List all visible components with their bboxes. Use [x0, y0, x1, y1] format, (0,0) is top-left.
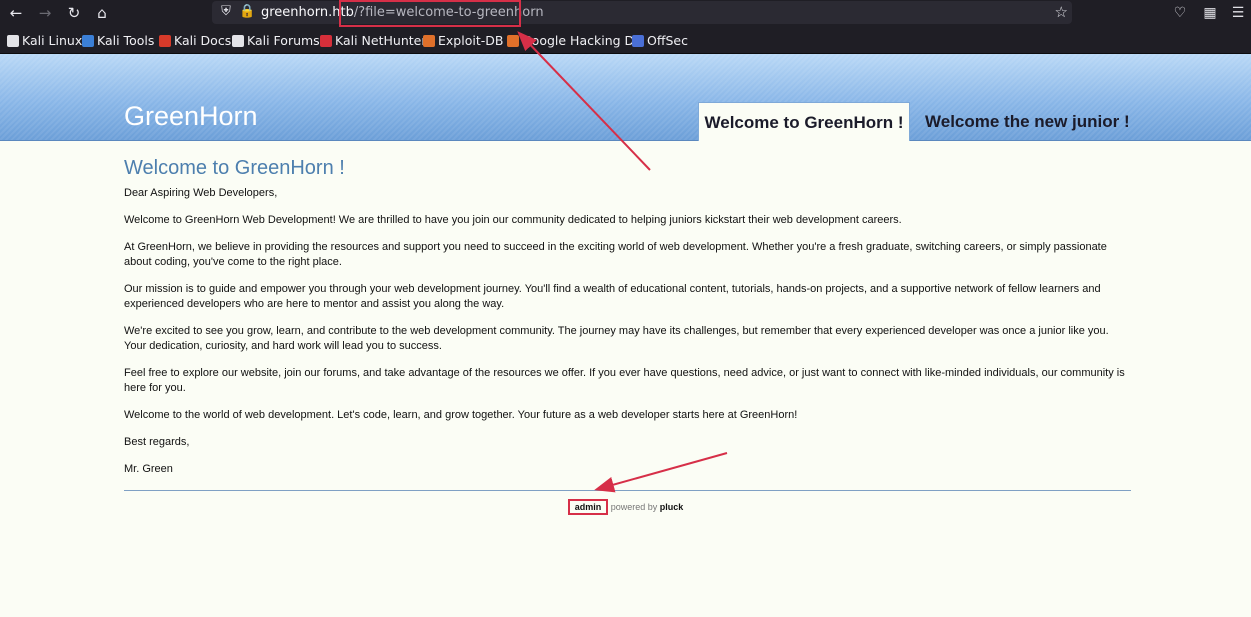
paragraph: Best regards,	[124, 436, 190, 448]
bookmark-offsec[interactable]: OffSec	[632, 32, 688, 49]
kali-nethunter-icon	[320, 34, 332, 47]
bookmark-kali-docs[interactable]: Kali Docs	[159, 32, 231, 49]
tab-welcome-to-greenhorn[interactable]: Welcome to GreenHorn !	[698, 102, 910, 141]
pocket-icon[interactable]: ♡	[1171, 4, 1189, 22]
extensions-icon[interactable]: ▦	[1201, 4, 1219, 22]
paragraph: Welcome to the world of web development.…	[124, 409, 798, 421]
admin-highlight-box: admin	[567, 499, 609, 515]
site-title: GreenHorn	[124, 101, 258, 131]
menu-icon[interactable]: ☰	[1229, 4, 1247, 22]
shield-icon[interactable]: ⛨	[218, 4, 234, 20]
bookmark-kali-tools[interactable]: Kali Tools	[82, 32, 154, 49]
bookmark-label: Kali NetHunter	[335, 33, 427, 48]
bookmark-label: Kali Linux	[22, 33, 83, 48]
footer-divider	[124, 490, 1131, 491]
bookmark-kali-linux[interactable]: Kali Linux	[7, 32, 82, 49]
bookmark-kali-forums[interactable]: Kali Forums	[232, 32, 320, 49]
main-content: Welcome to GreenHorn ! Dear Aspiring Web…	[124, 156, 1131, 489]
bookmark-label: Kali Docs	[174, 33, 232, 48]
bookmark-label: Kali Forums	[247, 33, 320, 48]
bookmark-label: Google Hacking DB	[522, 33, 643, 48]
page-title: Welcome to GreenHorn !	[124, 157, 345, 179]
paragraph: We're excited to see you grow, learn, an…	[124, 325, 1109, 352]
kali-docs-icon	[159, 34, 171, 47]
url-highlight-box	[339, 0, 521, 27]
bookmarks-bar: Kali Linux Kali Tools Kali Docs Kali For…	[0, 27, 1251, 54]
admin-link[interactable]: admin	[575, 502, 602, 512]
paragraph: Feel free to explore our website, join o…	[124, 367, 1125, 394]
star-icon[interactable]: ☆	[1055, 3, 1068, 21]
bookmark-kali-nethunter[interactable]: Kali NetHunter	[320, 32, 426, 49]
kali-tools-icon	[82, 34, 94, 47]
home-icon[interactable]: ⌂	[92, 4, 112, 22]
paragraph: Welcome to GreenHorn Web Development! We…	[124, 214, 902, 226]
bookmark-google-hacking-db[interactable]: Google Hacking DB	[507, 32, 643, 49]
kali-linux-icon	[7, 34, 19, 47]
paragraph: Dear Aspiring Web Developers,	[124, 187, 278, 199]
footer: admin powered by pluck	[0, 499, 1251, 515]
bookmark-label: Exploit-DB	[438, 33, 504, 48]
forward-icon[interactable]: →	[35, 4, 55, 22]
google-hacking-db-icon	[507, 34, 519, 47]
bookmark-label: OffSec	[647, 33, 688, 48]
bookmark-label: Kali Tools	[97, 33, 155, 48]
pluck-link[interactable]: pluck	[660, 502, 684, 512]
kali-forums-icon	[232, 34, 244, 47]
lock-icon[interactable]: 🔒	[239, 4, 255, 20]
browser-toolbar: ← → ↻ ⌂ ⛨ 🔒 greenhorn.htb/?file=welcome-…	[0, 0, 1251, 27]
bookmark-exploit-db[interactable]: Exploit-DB	[423, 32, 503, 49]
signature: Mr. Green	[124, 463, 173, 475]
paragraph: Our mission is to guide and empower you …	[124, 283, 1101, 310]
powered-by-text: powered by	[610, 502, 658, 512]
exploit-db-icon	[423, 34, 435, 47]
paragraph: At GreenHorn, we believe in providing th…	[124, 241, 1107, 268]
tab-welcome-new-junior[interactable]: Welcome the new junior !	[925, 102, 1130, 141]
offsec-icon	[632, 34, 644, 47]
site-header: GreenHorn Welcome to GreenHorn ! Welcome…	[0, 54, 1251, 141]
reload-icon[interactable]: ↻	[64, 4, 84, 22]
back-icon[interactable]: ←	[6, 4, 26, 22]
